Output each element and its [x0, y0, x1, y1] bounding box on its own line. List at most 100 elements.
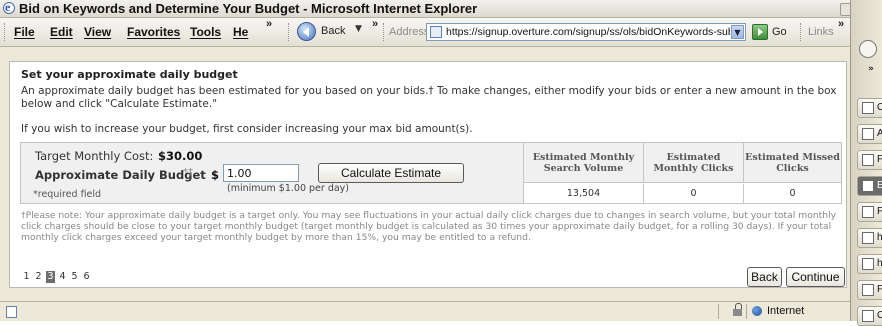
- side-item[interactable]: h: [857, 254, 882, 274]
- address-bar[interactable]: https://signup.overture.com/signup/ss/ol…: [426, 23, 746, 41]
- page-link[interactable]: 1: [22, 271, 31, 283]
- side-taskbar: » C A F E F h h F C: [850, 0, 882, 326]
- side-item-active[interactable]: E: [857, 176, 882, 196]
- page-link[interactable]: 4: [58, 271, 67, 283]
- calculate-estimate-button[interactable]: Calculate Estimate: [318, 163, 464, 183]
- budget-table: Target Monthly Cost: $30.00 Approximate …: [20, 142, 842, 204]
- toolbar-grip[interactable]: [288, 23, 291, 41]
- status-bar: Internet: [0, 301, 850, 321]
- budget-footnote: †Please note: Your approximate daily bud…: [21, 210, 837, 243]
- side-item-label: C: [877, 310, 882, 321]
- back-step-button[interactable]: Back: [747, 267, 782, 287]
- status-divider: [746, 304, 747, 319]
- menu-edit[interactable]: Edit: [50, 25, 73, 39]
- side-item-label: F: [877, 154, 882, 165]
- budget-entry-panel: Target Monthly Cost: $30.00 Approximate …: [21, 143, 524, 203]
- monthly-search-volume-value: 13,504: [524, 184, 644, 203]
- side-item[interactable]: F: [857, 150, 882, 170]
- menu-file[interactable]: File: [14, 25, 35, 39]
- status-divider: [718, 304, 719, 319]
- monthly-search-volume-header: Estimated Monthly Search Volume: [524, 143, 644, 183]
- page-status-icon: [6, 306, 17, 318]
- ie-window: Bid on Keywords and Determine Your Budge…: [0, 0, 850, 321]
- security-zone: Internet: [767, 305, 805, 317]
- target-monthly-cost-label: Target Monthly Cost:: [35, 149, 154, 163]
- ie-logo-icon: [3, 0, 15, 16]
- go-arrow-icon: [752, 24, 768, 40]
- page-link[interactable]: 5: [70, 271, 79, 283]
- side-item[interactable]: F: [857, 280, 882, 300]
- customize-icon[interactable]: [859, 40, 877, 58]
- ie-icon: [862, 206, 874, 218]
- toolbar-grip[interactable]: [800, 23, 803, 41]
- address-url[interactable]: https://signup.overture.com/signup/ss/ol…: [446, 26, 730, 38]
- missed-clicks-value: 0: [789, 188, 796, 199]
- toolbar-grip[interactable]: [383, 23, 386, 41]
- side-item-label: E: [877, 180, 882, 191]
- side-item[interactable]: C: [857, 98, 882, 118]
- monthly-clicks-value: 0: [644, 184, 744, 203]
- document-icon: [862, 284, 874, 296]
- page-content: Set your approximate daily budget An app…: [9, 61, 847, 288]
- page-link[interactable]: 2: [34, 271, 43, 283]
- links-overflow-chevron-icon[interactable]: »: [838, 18, 844, 30]
- menu-help[interactable]: He: [233, 25, 248, 39]
- missed-clicks-header: Estimated Missed Clicks: [744, 143, 841, 183]
- address-label: Address: [389, 26, 430, 38]
- ie-icon: [862, 232, 874, 244]
- toolbar-grip[interactable]: [4, 23, 7, 41]
- links-toolbar[interactable]: Links: [808, 26, 834, 38]
- window-title: Bid on Keywords and Determine Your Budge…: [19, 1, 478, 16]
- page-icon: [430, 26, 442, 38]
- go-button-label: Go: [772, 26, 787, 38]
- menu-favorites[interactable]: Favorites: [127, 25, 180, 39]
- daily-budget-label: Approximate Daily Budget: [35, 168, 206, 182]
- side-item-label: h: [877, 258, 882, 269]
- menu-overflow-chevron-icon[interactable]: »: [266, 18, 272, 30]
- document-icon: [862, 310, 874, 322]
- menu-view[interactable]: View: [84, 25, 111, 39]
- go-button[interactable]: Go: [752, 23, 792, 41]
- side-item[interactable]: C: [857, 306, 882, 326]
- side-item[interactable]: h: [857, 228, 882, 248]
- lock-icon: [733, 303, 742, 316]
- side-item-label: A: [877, 128, 882, 139]
- window-icon: [862, 128, 874, 140]
- side-item[interactable]: F: [857, 202, 882, 222]
- increase-hint: If you wish to increase your budget, fir…: [21, 123, 473, 135]
- back-button[interactable]: Back ▼: [297, 22, 367, 42]
- back-arrow-icon: [297, 22, 316, 41]
- daily-budget-input[interactable]: [223, 164, 299, 182]
- page-link-current[interactable]: 3: [46, 271, 55, 283]
- currency-symbol: $: [211, 168, 220, 182]
- minimize-button[interactable]: [840, 3, 850, 16]
- menu-tools[interactable]: Tools: [190, 25, 221, 39]
- globe-icon: [752, 306, 762, 316]
- required-mark: *†: [183, 167, 193, 178]
- ie-icon: [862, 180, 874, 192]
- back-button-label: Back: [321, 25, 346, 37]
- required-field-note: *required field: [33, 189, 102, 200]
- minimum-note: (minimum $1.00 per day): [227, 183, 350, 194]
- chart-icon: [862, 154, 874, 166]
- toolbar: File Edit View Favorites Tools He » Back…: [0, 18, 850, 47]
- folder-icon: [862, 102, 874, 114]
- section-heading: Set your approximate daily budget: [21, 68, 238, 81]
- back-dropdown-icon[interactable]: ▼: [355, 24, 362, 34]
- page-link[interactable]: 6: [82, 271, 91, 283]
- buttons-overflow-chevron-icon[interactable]: »: [372, 18, 378, 30]
- monthly-clicks-header: Estimated Monthly Clicks: [644, 143, 744, 183]
- side-item-label: C: [877, 102, 882, 113]
- intro-text: An approximate daily budget has been est…: [21, 85, 837, 110]
- address-dropdown-icon[interactable]: ▼: [731, 25, 744, 39]
- target-monthly-cost-value: $30.00: [158, 149, 203, 163]
- side-chevron-icon[interactable]: »: [868, 64, 874, 74]
- side-item-label: F: [877, 284, 882, 295]
- side-item[interactable]: A: [857, 124, 882, 144]
- step-pager: 123456: [22, 264, 94, 283]
- side-item-label: h: [877, 232, 882, 243]
- continue-button[interactable]: Continue: [786, 267, 845, 287]
- ie-icon: [862, 258, 874, 270]
- side-item-label: F: [877, 206, 882, 217]
- title-bar: Bid on Keywords and Determine Your Budge…: [0, 0, 850, 18]
